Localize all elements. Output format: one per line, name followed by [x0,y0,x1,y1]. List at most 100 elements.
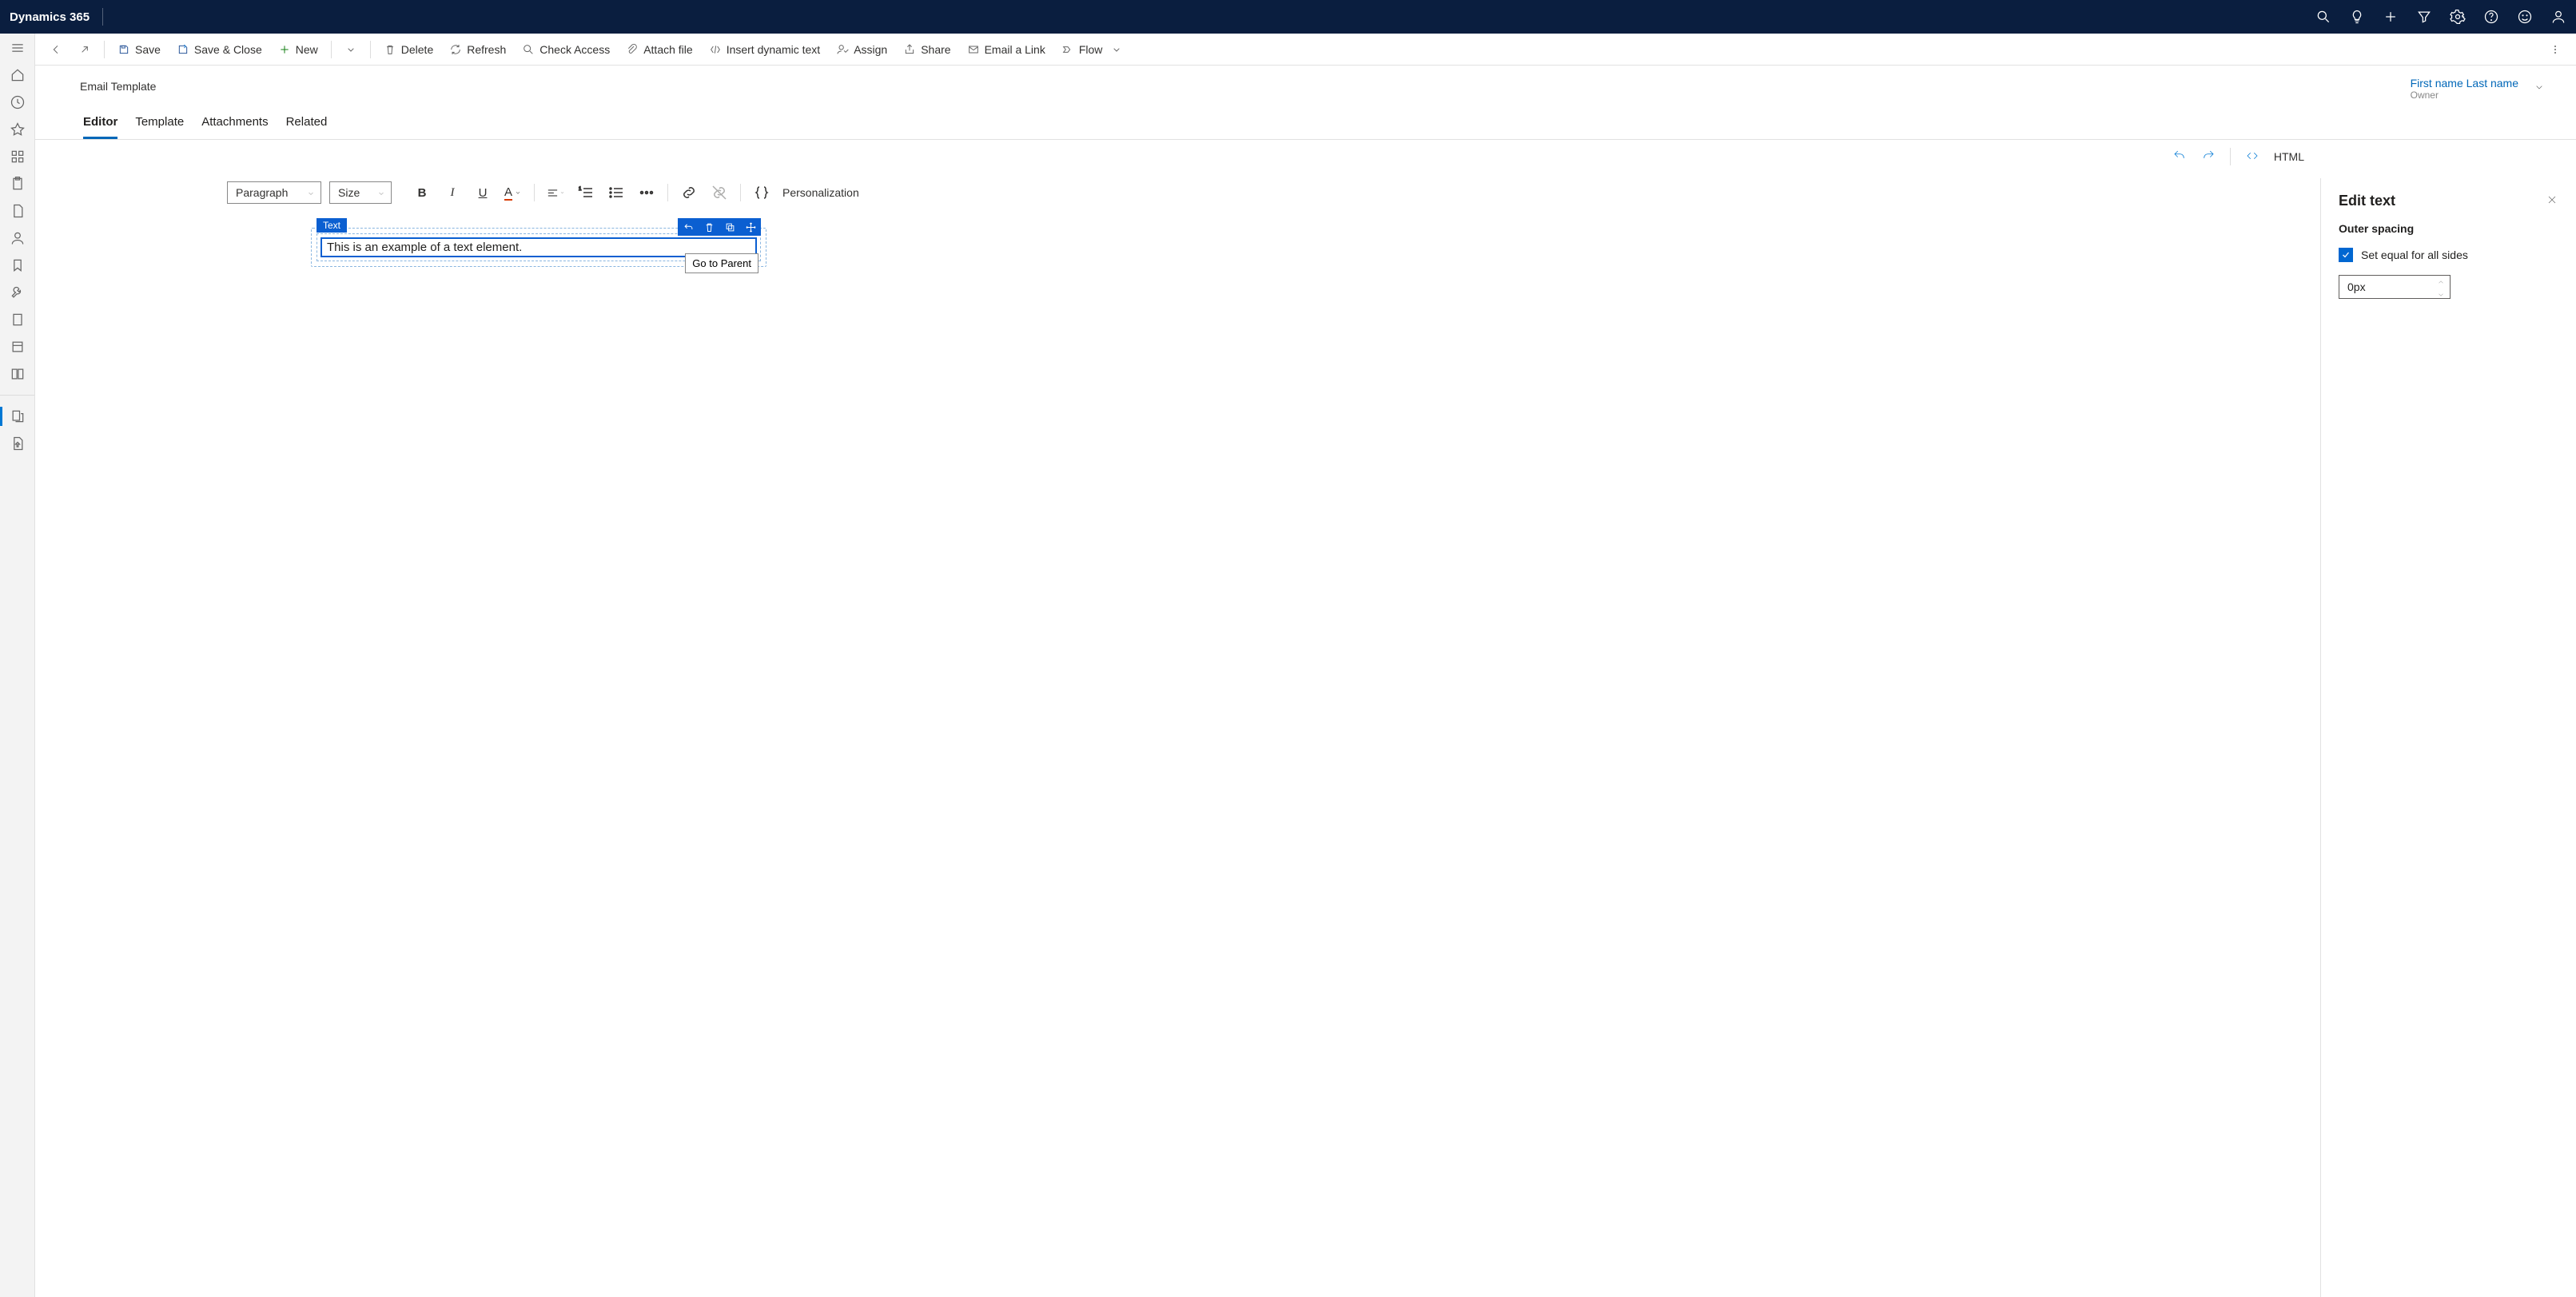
tab-editor[interactable]: Editor [83,115,117,139]
stack-icon[interactable] [10,339,26,355]
popout-button[interactable] [72,40,98,59]
go-to-parent-tooltip: Go to Parent [685,253,758,273]
back-button[interactable] [43,40,69,59]
attach-button[interactable]: Attach file [619,40,699,59]
paragraph-select[interactable]: Paragraph [227,181,321,204]
bookmark-icon[interactable] [10,257,26,273]
help-icon[interactable] [2483,9,2499,25]
share-label: Share [921,43,950,56]
size-select-label: Size [338,186,360,199]
wrench-icon[interactable] [10,284,26,300]
assign-label: Assign [854,43,887,56]
flow-button[interactable]: Flow [1055,40,1130,59]
refresh-button[interactable]: Refresh [443,40,512,59]
personalization-button[interactable]: Personalization [782,186,859,199]
flow-label: Flow [1079,43,1103,56]
canvas-inner-container[interactable]: Text This is an example of a text elemen… [317,233,761,261]
menu-icon[interactable] [10,40,26,56]
equal-sides-checkbox[interactable] [2339,248,2353,262]
app-title: Dynamics 365 [10,10,90,24]
doc-icon[interactable] [10,203,26,219]
attach-label: Attach file [643,43,692,56]
outer-spacing-label: Outer spacing [2339,222,2558,235]
save-close-button[interactable]: Save & Close [170,40,269,59]
home-icon[interactable] [10,67,26,83]
search-icon[interactable] [2315,9,2331,25]
size-select[interactable]: Size [329,181,392,204]
owner-name-link[interactable]: First name Last name [2411,77,2518,90]
spacing-spinner[interactable]: 0px [2339,275,2451,299]
bold-button[interactable]: B [412,183,432,202]
new-label: New [296,43,318,56]
filter-icon[interactable] [2416,9,2432,25]
grid-icon[interactable] [10,149,26,165]
gear-icon[interactable] [2450,9,2466,25]
owner-chevron-icon[interactable] [2533,81,2546,97]
tab-strip: Editor Template Attachments Related [35,101,2576,140]
topright-sep [2230,148,2231,165]
new-chevron[interactable] [338,40,364,59]
insert-dynamic-button[interactable]: Insert dynamic text [703,40,827,59]
check-access-button[interactable]: Check Access [516,40,616,59]
recent-icon[interactable] [10,94,26,110]
email-link-button[interactable]: Email a Link [961,40,1052,59]
save-close-label: Save & Close [194,43,262,56]
chevron-down-icon [376,188,386,201]
delete-element-icon[interactable] [699,218,719,236]
tab-template[interactable]: Template [135,115,184,139]
chevron-up-icon[interactable] [2437,274,2445,287]
chevron-down-icon [306,188,316,201]
duplicate-icon[interactable] [719,218,740,236]
template-icon[interactable] [10,408,26,424]
toolbar-sep3 [740,184,741,201]
lightbulb-icon[interactable] [2349,9,2365,25]
redo-button[interactable] [2201,149,2216,165]
cmd-sep2 [331,41,332,58]
font-color-button[interactable]: A [504,183,523,202]
clipboard-icon[interactable] [10,176,26,192]
smiley-icon[interactable] [2517,9,2533,25]
chevron-down-icon[interactable] [2437,287,2445,300]
email-link-label: Email a Link [985,43,1045,56]
link-button[interactable] [679,183,699,202]
numbered-list-button[interactable]: 1 [576,183,595,202]
new-button[interactable]: New [272,40,324,59]
overflow-button[interactable] [2542,40,2568,59]
owner-label: Owner [2411,90,2518,101]
tab-related[interactable]: Related [286,115,328,139]
element-type-chip: Text [317,218,347,233]
underline-button[interactable]: U [473,183,492,202]
plus-icon[interactable] [2383,9,2399,25]
align-button[interactable] [546,183,565,202]
record-subtitle: Email Template [80,77,156,93]
user-icon[interactable] [10,230,26,246]
profile-icon[interactable] [2550,9,2566,25]
bullet-list-button[interactable] [607,183,626,202]
move-icon[interactable] [740,218,761,236]
book-icon[interactable] [10,366,26,382]
close-icon[interactable] [2546,193,2558,209]
undo-button[interactable] [2172,149,2187,165]
save-label: Save [135,43,161,56]
check-access-label: Check Access [539,43,610,56]
assign-button[interactable]: Assign [830,40,894,59]
pinned-icon[interactable] [10,121,26,137]
save-button[interactable]: Save [111,40,167,59]
share-button[interactable]: Share [897,40,957,59]
more-format-button[interactable] [637,183,656,202]
unlink-button[interactable] [710,183,729,202]
spacing-value: 0px [2347,280,2366,293]
html-button-label[interactable]: HTML [2274,150,2304,163]
export-icon[interactable] [10,436,26,452]
delete-button[interactable]: Delete [377,40,440,59]
braces-icon [752,183,771,202]
page-icon[interactable] [10,312,26,328]
canvas-outer-container[interactable]: Text This is an example of a text elemen… [311,228,766,267]
italic-button[interactable]: I [443,183,462,202]
svg-text:1: 1 [579,187,582,192]
return-icon[interactable] [678,218,699,236]
html-icon[interactable] [2245,149,2259,165]
delete-label: Delete [401,43,433,56]
tab-attachments[interactable]: Attachments [201,115,268,139]
equal-sides-label: Set equal for all sides [2361,249,2468,261]
